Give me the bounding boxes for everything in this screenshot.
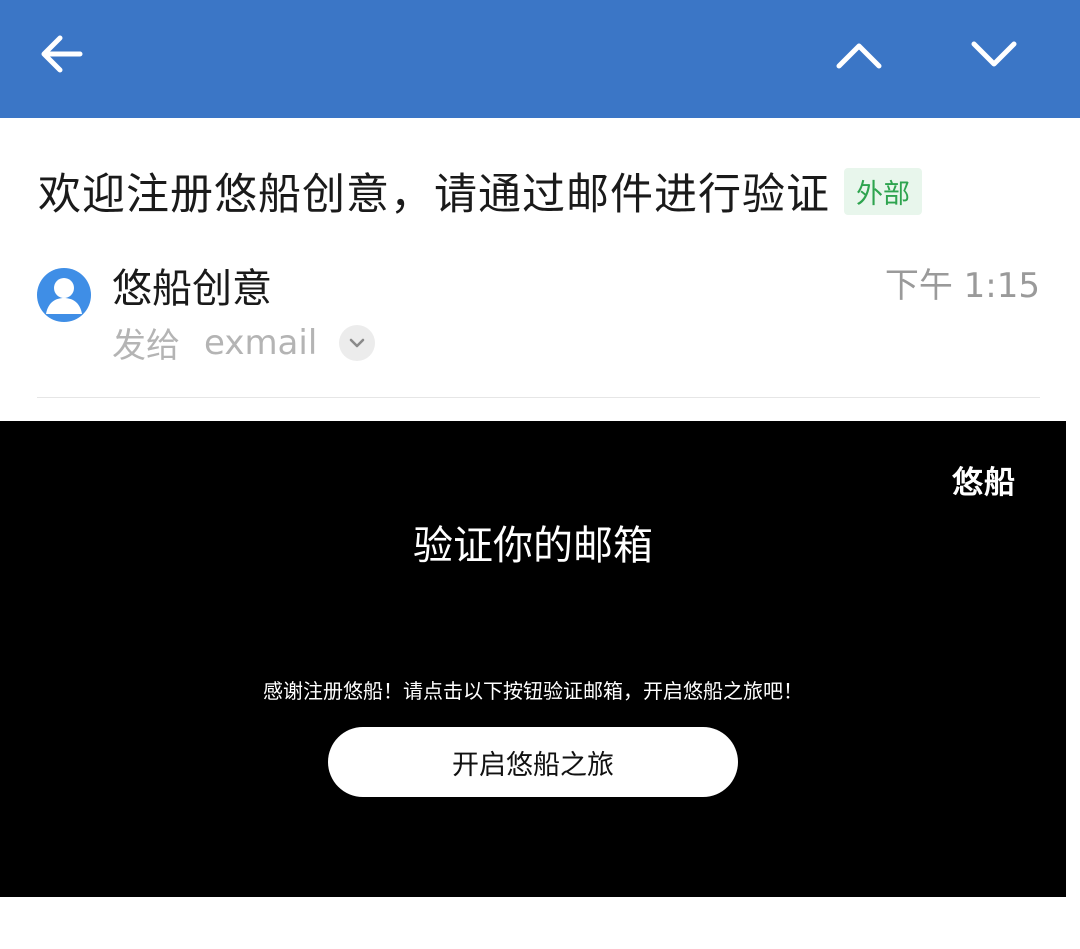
email-message: 感谢注册悠船！请点击以下按钮验证邮箱，开启悠船之旅吧！ xyxy=(263,679,803,703)
message-subject: 欢迎注册悠船创意，请通过邮件进行验证 xyxy=(38,170,830,220)
arrow-left-icon xyxy=(41,35,83,73)
header-divider xyxy=(37,397,1040,398)
recipient-name[interactable]: exmail xyxy=(204,323,317,363)
expand-recipients-button[interactable] xyxy=(339,324,376,361)
back-button[interactable] xyxy=(30,22,94,86)
external-badge: 外部 xyxy=(844,167,922,215)
chevron-up-icon xyxy=(836,43,882,69)
sender-name[interactable]: 悠船创意 xyxy=(112,256,272,314)
email-content: 悠船 验证你的邮箱 感谢注册悠船！请点击以下按钮验证邮箱，开启悠船之旅吧！ 开启… xyxy=(0,421,1066,897)
start-journey-button[interactable]: 开启悠船之旅 xyxy=(328,727,738,797)
sender-avatar[interactable] xyxy=(37,268,91,322)
chevron-down-icon xyxy=(971,41,1017,67)
email-title: 验证你的邮箱 xyxy=(413,523,653,569)
message-subject-row: 欢迎注册悠船创意，请通过邮件进行验证 外部 xyxy=(38,160,922,222)
message-time: 下午 1:15 xyxy=(884,266,1040,306)
brand-logo: 悠船 xyxy=(952,465,1016,501)
recipient-row: 发给 exmail xyxy=(112,318,376,367)
top-app-bar xyxy=(0,0,1080,118)
next-message-button[interactable] xyxy=(962,22,1026,86)
recipient-label: 发给 xyxy=(112,326,180,366)
previous-message-button[interactable] xyxy=(827,22,891,86)
person-icon xyxy=(46,278,82,314)
chevron-down-icon xyxy=(349,338,365,347)
